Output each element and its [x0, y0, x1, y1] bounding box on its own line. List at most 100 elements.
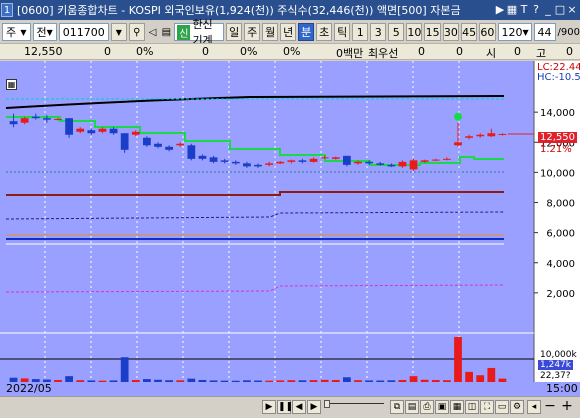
interval-15[interactable]: 15 [424, 23, 441, 41]
volume-current-tag: 1,247k [538, 360, 573, 370]
fullscreen-icon[interactable]: ⛶ [480, 400, 494, 414]
grid-toggle-icon[interactable]: ▦ [450, 400, 464, 414]
pause-button[interactable]: ❚❚ [277, 400, 293, 414]
market-value: 주 [6, 26, 17, 39]
candle-body [454, 142, 462, 146]
tab-period-year[interactable]: 년 [280, 23, 297, 41]
print-icon[interactable]: ⎙ [420, 400, 434, 414]
grid-icon[interactable]: ▦ [506, 3, 518, 17]
candle-body [120, 133, 129, 150]
cart-icon[interactable]: ▤ [161, 23, 173, 41]
text-tool-icon[interactable]: T [518, 3, 530, 17]
align-icon[interactable]: ▭ [495, 400, 509, 414]
maximize-button[interactable]: □ [554, 3, 566, 17]
y-tick-label: 8,000 [546, 199, 575, 210]
interval-45[interactable]: 45 [461, 23, 478, 41]
market-type-value: 전 [36, 26, 47, 39]
stock-code-input[interactable]: 011700 [58, 23, 109, 41]
interval-5[interactable]: 5 [388, 23, 405, 41]
candle-body [287, 160, 296, 162]
candle-body [498, 133, 507, 135]
candle-body [487, 133, 496, 137]
candle-body [398, 161, 407, 167]
date-start-label: 2022/05 [6, 382, 52, 395]
window-titlebar: 1 [0600] 키움종합차트 - KOSPI 외국인보유(1,924(천)) … [0, 0, 580, 20]
scroll-back-button[interactable]: ◂ [527, 400, 541, 414]
zoom-in-button[interactable]: + [560, 399, 574, 414]
tab-period-second[interactable]: 초 [316, 23, 333, 41]
tab-period-tick[interactable]: 틱 [334, 23, 351, 41]
search-button[interactable]: ⚲ [128, 23, 145, 41]
page-input[interactable]: 44 [533, 23, 556, 41]
candle-body [231, 161, 240, 164]
current-pct-tag: 1.21% [540, 144, 572, 155]
quote-value-3: 0 [514, 45, 521, 58]
volume-tick-label: 10,000k [540, 350, 577, 360]
lower-band-magenta [5, 284, 505, 293]
candle-body [420, 160, 429, 162]
tab-period-week[interactable]: 주 [244, 23, 261, 41]
volume-bar [476, 375, 485, 382]
interval-30[interactable]: 30 [442, 23, 459, 41]
tab-period-day[interactable]: 일 [226, 23, 243, 41]
candle-body [320, 157, 329, 159]
quote-value-2: 0 [456, 45, 463, 58]
count-select[interactable]: 120 ▼ [497, 23, 532, 41]
candle-body [354, 161, 362, 164]
candle-body [331, 157, 340, 159]
interval-10[interactable]: 10 [406, 23, 423, 41]
page-value: 44 [537, 25, 552, 39]
step-forward-button[interactable]: ▶ [307, 400, 321, 414]
price-chart[interactable]: 2,000 4,000 6,000 8,000 10,000 12,000 14,000 ▦… [0, 61, 580, 382]
chevron-down-icon: ▼ [115, 27, 122, 37]
candle-body [54, 118, 62, 120]
zoom-reset-icon[interactable]: ◫ [465, 400, 479, 414]
market-type-select[interactable]: 전 ▼ [32, 23, 57, 41]
chevron-down-icon: ▼ [46, 27, 53, 37]
candle-body [76, 128, 85, 132]
interval-3[interactable]: 3 [370, 23, 387, 41]
options-icon[interactable]: ⚙ [510, 400, 524, 414]
candle-body [376, 163, 385, 165]
volume: 0 [202, 45, 209, 58]
minimize-button[interactable]: _ [542, 3, 554, 17]
step-back-button[interactable]: ◀ [292, 400, 306, 414]
chart-settings-icon[interactable]: ▦ [6, 79, 17, 90]
moving-average-line [6, 116, 504, 166]
candle-body [343, 155, 351, 165]
chart-canvas: 2,0004,0006,0008,00010,00012,00014,000 [0, 61, 580, 382]
zoom-out-button[interactable]: − [543, 399, 557, 414]
play-button[interactable]: ▶ [262, 400, 276, 414]
label-open: 시 [486, 47, 497, 60]
volume-bar [120, 357, 129, 382]
window-badge: 1 [1, 3, 13, 17]
zoom-slider[interactable] [324, 400, 384, 409]
chart-toolbar: 주 ▼ 전 ▼ 011700 ▼ ⚲ ◁ ▤ 신 한신기계 일 주 월 년 분 … [0, 18, 580, 47]
current-price: 12,550 [24, 45, 63, 58]
speaker-icon[interactable]: ◁ [147, 23, 159, 41]
help-icon[interactable]: ? [530, 3, 542, 17]
code-dropdown-button[interactable]: ▼ [110, 23, 127, 41]
volume-ref-label: 22,37? [540, 371, 571, 381]
save-icon[interactable]: ▣ [435, 400, 449, 414]
turnover-pct: 0% [283, 45, 301, 58]
y-tick-label: 2,000 [546, 289, 575, 300]
label-high: 고 [536, 47, 547, 60]
candle-body [309, 158, 318, 162]
interval-60[interactable]: 60 [479, 23, 496, 41]
play-icon[interactable]: ▶ [494, 3, 506, 17]
interval-1[interactable]: 1 [352, 23, 369, 41]
candle-body [20, 118, 29, 123]
candle-body [465, 136, 473, 138]
market-select[interactable]: 주 ▼ [2, 23, 31, 41]
zoom-slider-thumb[interactable] [324, 400, 330, 408]
table-icon[interactable]: ▤ [405, 400, 419, 414]
lower-band-dashed [5, 211, 505, 220]
tab-period-month[interactable]: 월 [262, 23, 279, 41]
close-button[interactable]: × [566, 3, 578, 17]
copy-icon[interactable]: ⧉ [390, 400, 404, 414]
stock-mark: 신 [177, 24, 191, 40]
candle-body [65, 118, 73, 135]
tab-period-minute[interactable]: 분 [298, 23, 315, 41]
candle-body [365, 161, 373, 164]
